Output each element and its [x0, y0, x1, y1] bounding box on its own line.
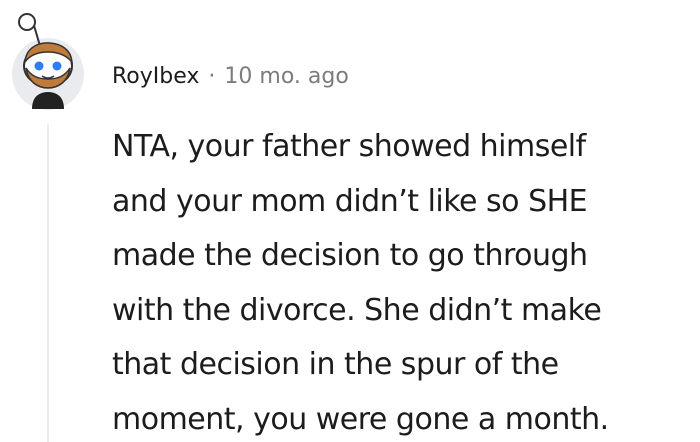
comment-body-line: that decision in the spur of the: [112, 347, 559, 382]
comment-body-line: NTA, your father showed himself: [112, 129, 586, 164]
comment-body-line: moment, you were gone a month.: [112, 401, 609, 437]
author-username[interactable]: RoyIbex: [112, 62, 199, 92]
comment-body-line: made the decision to go through: [112, 238, 588, 273]
comment-body: NTA, your father showed himself and your…: [112, 120, 696, 442]
comment: RoyIbex · 10 mo. ago NTA, your father sh…: [0, 0, 700, 442]
comment-body-line: with the divorce. She didn’t make: [112, 292, 602, 328]
user-avatar[interactable]: [10, 8, 88, 112]
snoo-avatar-icon: [12, 13, 84, 110]
comment-body-line: and your mom didn’t like so SHE: [112, 183, 588, 219]
meta-separator: ·: [208, 64, 216, 89]
comment-timestamp[interactable]: 10 mo. ago: [224, 62, 348, 92]
comment-meta: RoyIbex · 10 mo. ago: [112, 62, 349, 92]
thread-line[interactable]: [47, 124, 49, 442]
